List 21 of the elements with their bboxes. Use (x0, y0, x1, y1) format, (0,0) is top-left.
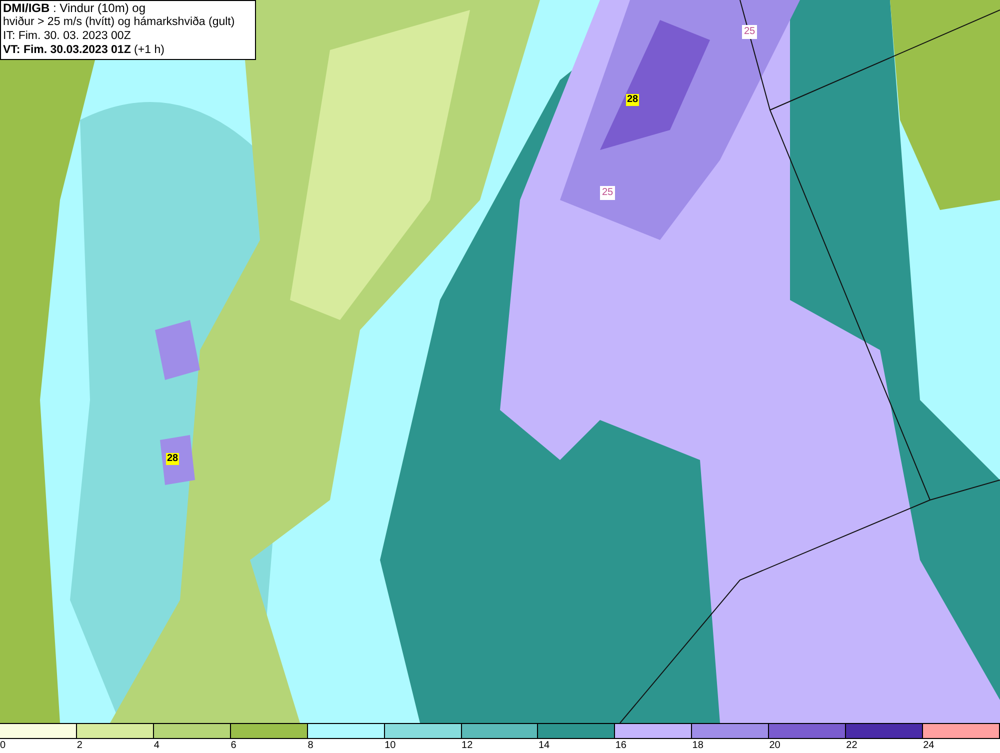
legend-tick-label: 22 (846, 740, 858, 751)
map-value-label: 28 (626, 94, 640, 106)
header-text: VT: Fim. 30.03.2023 01Z (+1 h) (3, 43, 166, 57)
legend-tick-label: 20 (769, 740, 780, 751)
legend-tick-label: 0 (0, 740, 6, 751)
legend-tick-label: 14 (538, 740, 550, 751)
legend-tick-label: 12 (462, 740, 473, 751)
legend-tick-label: 2 (76, 740, 82, 751)
legend-tick-label: 10 (384, 740, 396, 751)
header-text: IT: Fim. 30. 03. 2023 00Z (3, 29, 132, 43)
legend-tick-label: 6 (230, 740, 236, 751)
legend-tick-label: 8 (308, 740, 314, 751)
map-value-label: 25 (600, 186, 616, 200)
legend-tick-label: 24 (923, 740, 934, 751)
legend-tick-label: 16 (615, 740, 626, 751)
map-value-label: 28 (166, 453, 180, 465)
header-text: hviður > 25 m/s (hvítt) og hámarkshviða (gult) (3, 15, 236, 29)
map-value-label: 25 (742, 25, 758, 39)
legend-tick-label: 4 (154, 740, 160, 751)
legend-tick-label: 18 (692, 740, 704, 751)
header-text: DMI/IGB : Vindur (10m) og (3, 1, 146, 15)
